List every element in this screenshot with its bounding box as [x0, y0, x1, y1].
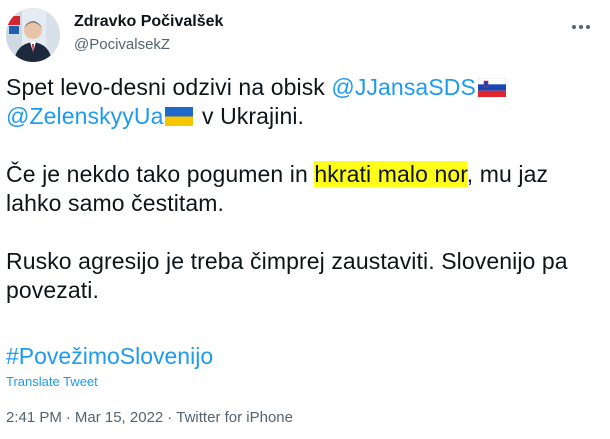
- mention-link-zelenskyyua[interactable]: @ZelenskyyUa: [6, 103, 163, 129]
- avatar[interactable]: [6, 8, 60, 62]
- tweet-source[interactable]: Twitter for iPhone: [176, 409, 293, 426]
- tweet-date[interactable]: Mar 15, 2022: [75, 409, 163, 426]
- tweet-text: Spet levo-desni odzivi na obisk @JJansaS…: [6, 73, 602, 305]
- translate-tweet-link[interactable]: Translate Tweet: [6, 374, 98, 390]
- ukraine-flag-icon: [165, 107, 194, 126]
- tweet-paragraph-1: Spet levo-desni odzivi na obisk @JJansaS…: [6, 73, 602, 131]
- profile-photo-avatar: [6, 8, 60, 62]
- tweet: Zdravko Počivalšek @PocivalsekZ Spet lev…: [0, 0, 610, 439]
- hashtag-line: #PovežimoSlovenijo: [6, 342, 213, 371]
- tweet-metadata: 2:41 PM · Mar 15, 2022 · Twitter for iPhone: [6, 408, 293, 428]
- tweet-text-segment: Če je nekdo tako pogumen in: [6, 161, 315, 187]
- author-display-name[interactable]: Zdravko Počivalšek: [74, 12, 223, 32]
- highlighted-text: hkrati malo nor: [314, 161, 467, 187]
- hashtag-link[interactable]: #PovežimoSlovenijo: [6, 343, 213, 369]
- meta-separator: ·: [65, 409, 71, 426]
- tweet-text-segment: v Ukrajini.: [195, 103, 305, 129]
- tweet-paragraph-3: Rusko agresijo je treba čimprej zaustavi…: [6, 248, 568, 303]
- meta-separator: ·: [167, 409, 173, 426]
- mention-link-jjansasds[interactable]: @JJansaSDS: [331, 74, 476, 100]
- more-dot: [586, 25, 590, 29]
- more-horizontal-icon: [572, 25, 576, 29]
- more-options-button[interactable]: [564, 10, 598, 44]
- author-handle[interactable]: @PocivalsekZ: [74, 35, 223, 55]
- slovenia-flag-icon: [477, 78, 506, 97]
- tweet-header: Zdravko Počivalšek @PocivalsekZ: [6, 8, 604, 64]
- author-names: Zdravko Počivalšek @PocivalsekZ: [74, 12, 223, 55]
- tweet-time[interactable]: 2:41 PM: [6, 409, 62, 426]
- tweet-paragraph-2: Če je nekdo tako pogumen in hkrati malo …: [6, 160, 602, 218]
- tweet-text-segment: Spet levo-desni odzivi na obisk: [6, 74, 332, 100]
- more-dot: [579, 25, 583, 29]
